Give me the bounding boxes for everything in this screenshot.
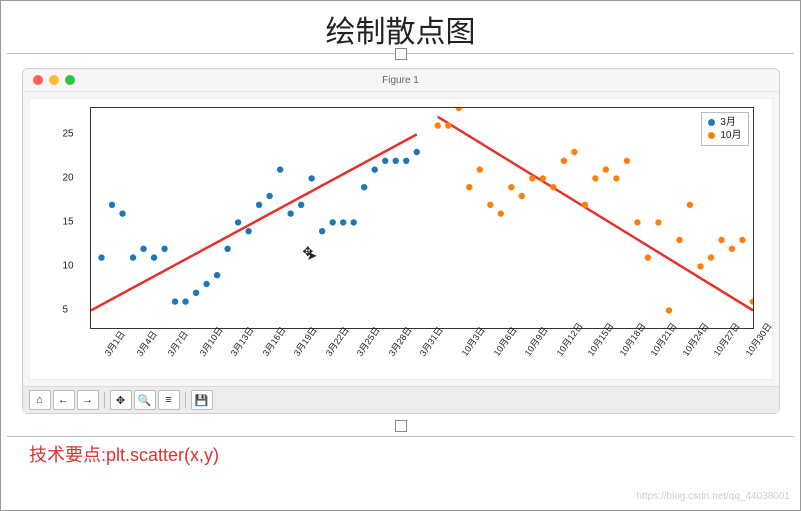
home-button[interactable]: ⌂	[29, 390, 51, 410]
footnote: 技术要点:plt.scatter(x,y)	[1, 437, 800, 471]
page-title: 绘制散点图	[326, 16, 476, 49]
y-tick: 25	[63, 129, 74, 140]
x-tick: 3月22日	[322, 324, 352, 359]
x-tick: 10月6日	[490, 324, 520, 359]
back-button[interactable]: ←	[53, 390, 75, 410]
x-tick: 3月16日	[259, 324, 289, 359]
axes-frame: 3月 10月 ✥➤ 5101520253月1日3月4日3月7日3月10日3月13…	[90, 107, 754, 329]
window-title: Figure 1	[23, 75, 779, 86]
save-button[interactable]: 💾	[191, 390, 213, 410]
x-tick: 10月3日	[458, 324, 488, 359]
data-layer	[91, 108, 753, 328]
mpl-toolbar: ⌂ ← → ✥ 🔍 ≡ 💾	[23, 386, 779, 413]
x-tick: 3月28日	[385, 324, 415, 359]
x-tick: 3月13日	[227, 324, 257, 359]
x-tick: 3月19日	[290, 324, 320, 359]
x-tick: 3月7日	[164, 328, 191, 358]
x-tick: 3月10日	[196, 324, 226, 359]
y-tick: 15	[63, 217, 74, 228]
x-tick: 3月4日	[133, 328, 160, 358]
y-tick: 20	[63, 173, 74, 184]
x-tick: 10月9日	[521, 324, 551, 359]
separator	[104, 392, 105, 408]
figure-window: Figure 1 3月 10月 ✥➤ 5101520253月1日3月4日3月7日…	[22, 68, 780, 414]
forward-button[interactable]: →	[77, 390, 99, 410]
y-tick: 5	[63, 305, 69, 316]
pan-button[interactable]: ✥	[110, 390, 132, 410]
y-tick: 10	[63, 261, 74, 272]
x-tick: 3月31日	[416, 324, 446, 359]
separator	[185, 392, 186, 408]
window-titlebar: Figure 1	[23, 69, 779, 92]
x-tick: 3月1日	[101, 328, 128, 358]
subplots-button[interactable]: ≡	[158, 390, 180, 410]
zoom-button[interactable]: 🔍	[134, 390, 156, 410]
x-tick: 3月25日	[353, 324, 383, 359]
plot-canvas[interactable]: 3月 10月 ✥➤ 5101520253月1日3月4日3月7日3月10日3月13…	[29, 98, 773, 380]
handle-icon	[395, 420, 407, 432]
watermark: https://blog.csdn.net/qq_44038001	[637, 491, 790, 502]
